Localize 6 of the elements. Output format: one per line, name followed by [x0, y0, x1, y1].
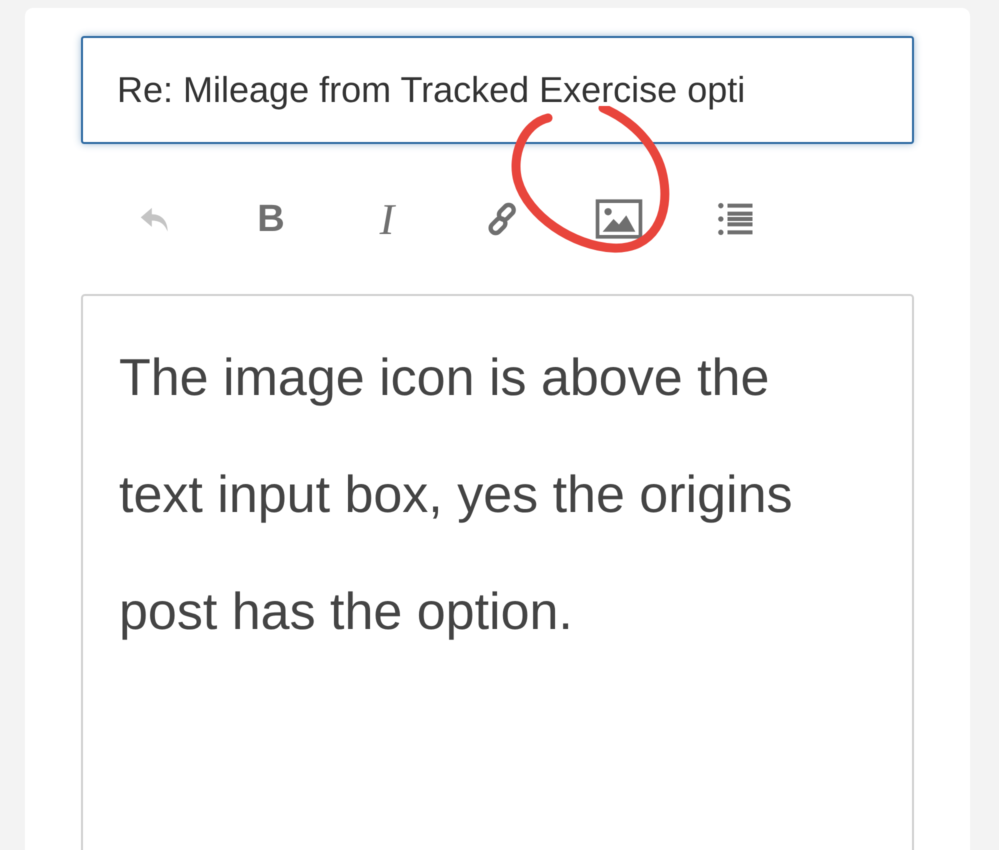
message-text: The image icon is above the text input box, yes the origins post has the option. — [119, 348, 794, 643]
message-field[interactable]: The image icon is above the text input box, yes the origins post has the option. — [81, 294, 914, 850]
subject-field[interactable]: Re: Mileage from Tracked Exercise opti — [81, 36, 914, 144]
image-icon — [595, 199, 643, 239]
italic-button[interactable]: I — [329, 189, 445, 249]
bold-button[interactable]: B — [213, 189, 329, 249]
